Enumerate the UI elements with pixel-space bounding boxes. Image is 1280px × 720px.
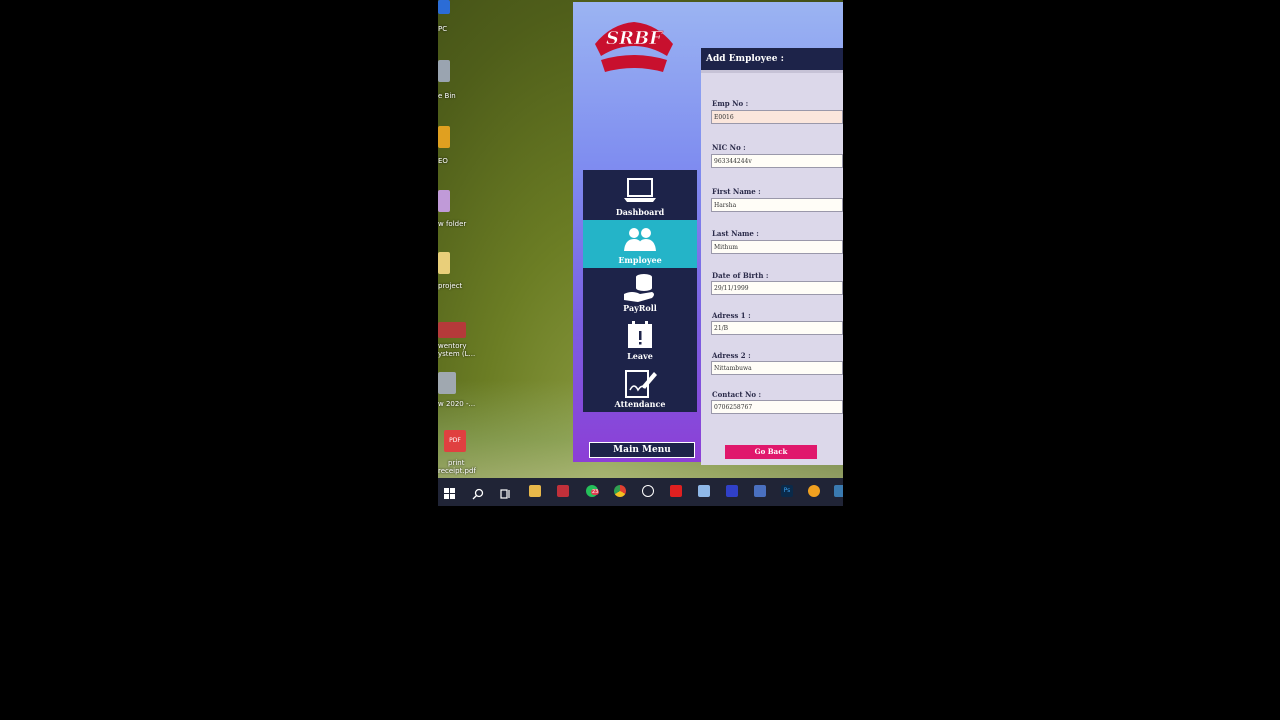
sidebar-item-label: Attendance [614,399,666,409]
address-2-label: Adress 2 : [712,351,751,360]
whatsapp-icon[interactable]: 23 [586,485,600,497]
sidebar-item-label: PayRoll [623,303,657,313]
folder-icon [438,190,450,212]
laptop-icon [624,178,656,202]
search-icon [472,488,484,500]
sidebar: Dashboard Employee PayRoll Leave Attenda… [583,170,697,412]
obs-icon[interactable] [642,485,654,497]
taskbar: 23 Ps [438,478,843,506]
app-window: SRBF Dashboard Employee PayRoll Leave At… [573,2,843,465]
signature-icon [625,370,657,398]
document-icon [438,372,456,394]
computer-icon [438,0,450,14]
company-logo: SRBF [595,22,673,72]
start-button[interactable] [444,485,456,499]
contact-no-label: Contact No : [712,390,762,399]
desktop-icon-label: ystem (L... [438,350,476,358]
sidebar-item-attendance[interactable]: Attendance [583,364,697,412]
form-title: Add Employee : [701,48,843,70]
person-icon [438,126,450,148]
sidebar-item-label: Dashboard [615,207,665,217]
task-view-icon [500,489,510,499]
first-name-label: First Name : [712,187,761,196]
last-name-field[interactable]: Mithum [711,240,843,254]
desktop-icon-label: PC [438,25,448,33]
go-back-button[interactable]: Go Back [725,445,817,459]
recycle-bin-icon [438,60,450,82]
windows-icon [444,488,455,499]
users-icon [624,228,656,251]
emp-no-field[interactable]: E0016 [711,110,843,124]
chrome-icon[interactable] [614,485,626,497]
phone-screen: PC e Bin EO w folder project wentory yst… [438,0,843,506]
address-2-field[interactable]: Nittambuwa [711,361,843,375]
desktop-icon-label: EO [438,157,448,165]
sidebar-item-employee[interactable]: Employee [583,220,697,268]
svg-text:SRBF: SRBF [606,28,663,49]
sidebar-item-payroll[interactable]: PayRoll [583,268,697,316]
app-edge-icon[interactable] [834,485,843,497]
pdf-icon: PDF [444,430,466,452]
last-name-label: Last Name : [712,229,759,238]
search-button[interactable] [472,485,484,500]
sidebar-item-label: Leave [627,351,653,361]
sidebar-item-dashboard[interactable]: Dashboard [583,172,697,220]
desktop-icon-label: print [448,459,465,467]
sidebar-item-leave[interactable]: Leave [583,316,697,364]
first-name-field[interactable]: Harsha [711,198,843,212]
address-1-label: Adress 1 : [712,311,751,320]
file-explorer-icon[interactable] [529,485,541,497]
app-red-icon[interactable] [557,485,569,497]
nic-no-label: NIC No : [712,143,746,152]
folder-icon [438,252,450,274]
calendar-alert-icon [628,321,652,348]
main-menu-button[interactable]: Main Menu [589,442,695,458]
desktop-icon-label: project [438,282,463,290]
app-orange-icon[interactable] [808,485,820,497]
desktop-icon-label: wentory [438,342,467,350]
app-blue-icon[interactable] [754,485,766,497]
photoshop-icon[interactable]: Ps [781,485,793,497]
date-of-birth-field[interactable]: 29/11/1999 [711,281,843,295]
store-icon[interactable] [698,485,710,497]
emp-no-label: Emp No : [712,99,749,108]
intellij-icon[interactable] [726,485,738,497]
youtube-icon[interactable] [670,485,682,497]
nic-no-field[interactable]: 963344244v [711,154,843,168]
desktop-icon-label: w folder [438,220,467,228]
task-view-button[interactable] [500,485,512,499]
coins-hand-icon [624,274,654,302]
address-1-field[interactable]: 21/B [711,321,843,335]
desktop-icons: PC e Bin EO w folder project wentory yst… [438,0,498,480]
sidebar-item-label: Employee [618,255,662,265]
app-shortcut-icon [438,322,466,338]
desktop-icon-label: receipt.pdf [438,467,476,475]
date-of-birth-label: Date of Birth : [712,271,769,280]
desktop-icon-label: e Bin [438,92,456,100]
whatsapp-badge: 23 [591,489,600,495]
contact-no-field[interactable]: 0706258767 [711,400,843,414]
add-employee-form: Emp No : E0016 NIC No : 963344244v First… [701,70,843,465]
desktop-icon-label: w 2020 -... [438,400,476,408]
